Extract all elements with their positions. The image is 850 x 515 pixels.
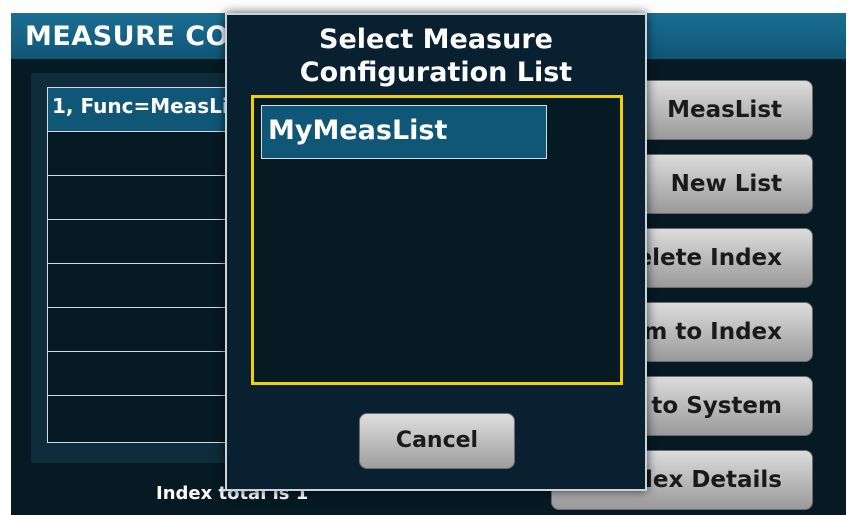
list-item[interactable]: MyMeasList	[261, 105, 547, 159]
dialog-title-line2: Configuration List	[299, 57, 573, 88]
cancel-button[interactable]: Cancel	[359, 413, 515, 469]
dialog-title-line1: Select Measure	[319, 24, 553, 55]
dialog-title: Select Measure Configuration List	[227, 23, 645, 89]
select-list-dialog: Select Measure Configuration List MyMeas…	[225, 13, 647, 491]
config-list-select[interactable]: MyMeasList	[251, 95, 623, 385]
button-label: MeasList	[667, 97, 782, 123]
button-label: New List	[670, 171, 782, 197]
